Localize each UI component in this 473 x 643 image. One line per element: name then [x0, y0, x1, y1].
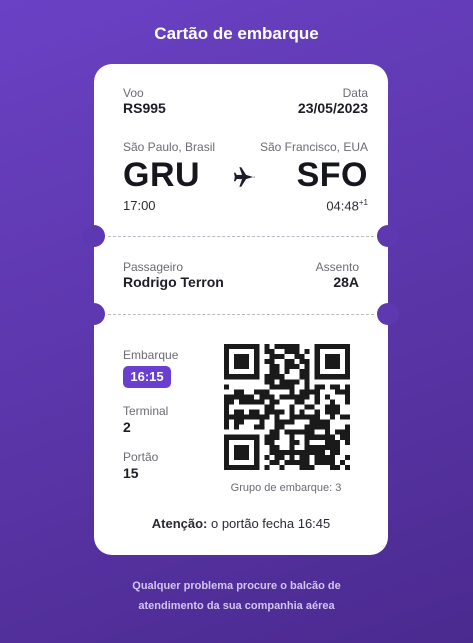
page-title: Cartão de embarque	[154, 24, 319, 43]
perforation-divider	[108, 314, 374, 315]
destination-code: SFO	[296, 156, 368, 194]
boarding-label: Embarque	[123, 348, 179, 362]
flight-date: 23/05/2023	[297, 100, 368, 116]
destination-city: São Francisco, EUA	[259, 140, 368, 154]
seat-label: Assento	[315, 260, 359, 274]
destination-time-wrap: 04:48+1	[326, 198, 368, 213]
perforation-divider	[108, 236, 374, 237]
day-offset: +1	[358, 198, 368, 207]
passenger-name: Rodrigo Terron	[123, 274, 224, 290]
gate-closing-notice: Atenção: o portão fecha 16:45	[94, 516, 388, 531]
terminal-number: 2	[123, 419, 131, 435]
footer-line: atendimento da sua companhia aérea	[138, 600, 335, 612]
boarding-time-badge: 16:15	[123, 366, 171, 388]
footer-line: Qualquer problema procure o balcão de	[132, 580, 341, 592]
boarding-group: Grupo de embarque: 3	[230, 482, 342, 494]
airplane-icon	[233, 167, 255, 187]
notice-label: Atenção:	[151, 516, 208, 531]
notice-text: o portão fecha 16:45	[207, 516, 331, 531]
boarding-pass-card: Voo RS995 Data 23/05/2023 São Paulo, Bra…	[83, 64, 399, 555]
passenger-label: Passageiro	[123, 260, 184, 274]
origin-city: São Paulo, Brasil	[123, 140, 216, 154]
qr-code	[224, 344, 350, 470]
flight-number: RS995	[123, 100, 166, 116]
help-footer: Qualquer problema procure o balcão de at…	[100, 576, 373, 616]
gate-number: 15	[123, 465, 139, 481]
terminal-label: Terminal	[123, 404, 169, 418]
ticket-notch	[377, 303, 399, 325]
gate-label: Portão	[123, 450, 159, 464]
seat-number: 28A	[333, 274, 359, 290]
flight-label: Voo	[123, 86, 144, 100]
date-label: Data	[342, 86, 368, 100]
origin-time: 17:00	[123, 198, 156, 213]
ticket-notch	[83, 225, 105, 247]
destination-time: 04:48	[326, 198, 359, 214]
ticket-notch	[377, 225, 399, 247]
origin-code: GRU	[123, 156, 201, 194]
ticket-notch	[83, 303, 105, 325]
